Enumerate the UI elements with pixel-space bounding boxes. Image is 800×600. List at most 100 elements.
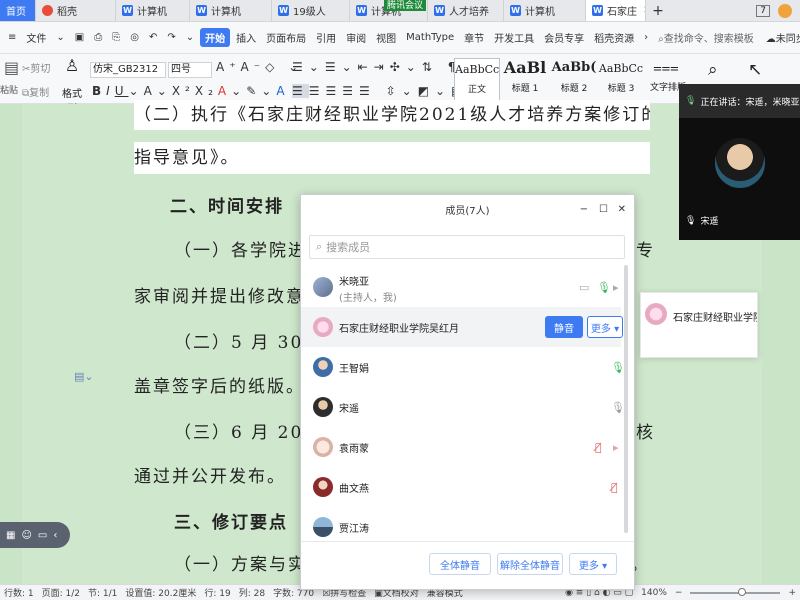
export-icon[interactable]: ⎙ — [90, 32, 106, 43]
find-icon[interactable]: ⌕ — [708, 60, 718, 80]
mic-on-icon[interactable]: 🎙 — [611, 361, 625, 374]
zoom-out-icon[interactable]: − — [675, 588, 683, 598]
chevron-down-icon[interactable]: ⌄ — [52, 32, 68, 43]
tab-doc-active[interactable]: W石家庄✕ — [586, 0, 646, 21]
status-page[interactable]: 页面: 1/2 — [42, 586, 80, 599]
style-normal[interactable]: AaBbCcDd 正文 — [454, 58, 500, 102]
word-doc-icon: W — [434, 5, 445, 16]
copy-button[interactable]: ⧉复制 — [22, 84, 49, 99]
save-icon[interactable]: ▣ — [71, 32, 88, 43]
window-counter-badge[interactable]: 7 — [756, 4, 770, 17]
italic-icon[interactable]: I — [106, 84, 115, 98]
zoom-slider[interactable] — [690, 587, 781, 596]
menu-view[interactable]: 视图 — [372, 30, 400, 45]
hamburger-menu-icon[interactable]: ≡ — [4, 32, 20, 43]
tab-home-label: 首页 — [6, 7, 26, 18]
menu-member[interactable]: 会员专享 — [540, 30, 588, 45]
mute-member-button[interactable]: 静音 — [545, 316, 583, 338]
tab-home[interactable]: 首页 — [0, 0, 36, 21]
align-left-icon[interactable]: ☰ — [292, 84, 309, 98]
member-row-hover[interactable]: 石家庄财经职业学院吴红月 静音 更多 ▾ — [301, 307, 623, 347]
tab-doc-6[interactable]: W 计算机 — [504, 0, 586, 21]
menu-chapter[interactable]: 章节 — [460, 30, 488, 45]
member-row[interactable]: 袁雨蒙 🎙̸ ▸ — [301, 427, 621, 467]
collapse-chevron-icon[interactable]: ‹ — [53, 530, 57, 541]
style-heading-3[interactable]: AaBbCc 标题 3 — [598, 58, 644, 102]
maximize-icon[interactable]: ☐ — [599, 204, 608, 215]
member-row[interactable]: 王智娟 🎙 — [301, 347, 625, 387]
member-row[interactable]: 宋遥 🎙 — [301, 387, 625, 427]
menu-daoke-resources[interactable]: 稻壳资源 — [590, 30, 638, 45]
menu-insert[interactable]: 插入 — [232, 30, 260, 45]
grid-icon[interactable]: ▦ — [6, 530, 15, 541]
zoom-level[interactable]: 140% — [641, 588, 667, 598]
tab-doc-2[interactable]: W 计算机 — [190, 0, 272, 21]
cut-button[interactable]: ✂剪切 — [22, 60, 50, 75]
mute-all-button[interactable]: 全体静音 — [429, 553, 491, 575]
menu-references[interactable]: 引用 — [312, 30, 340, 45]
font-style-tools[interactable]: BIU⌄A⌄X²X₂A⌄✎⌄A⌄ — [92, 84, 305, 98]
paragraph-marker-icon[interactable]: ▤⌄ — [74, 370, 94, 383]
mic-muted-icon[interactable]: 🎙̸ — [611, 481, 618, 494]
command-search[interactable]: ⌕查找命令、搜索模板 — [654, 30, 758, 45]
dialog-more-button[interactable]: 更多 ▾ — [569, 553, 617, 575]
emoji-icon[interactable]: ☺ — [21, 530, 31, 541]
tab-daoke[interactable]: 稻壳 — [36, 0, 116, 21]
tab-doc-4[interactable]: W 计算机 腾讯会议 — [350, 0, 428, 21]
menu-mathtype[interactable]: MathType — [402, 32, 458, 43]
tab-doc-1[interactable]: W 计算机 — [116, 0, 190, 21]
user-avatar[interactable] — [778, 3, 792, 18]
member-search-input[interactable]: ⌕ 搜索成员 — [309, 235, 625, 259]
member-more-button[interactable]: 更多 ▾ — [587, 316, 623, 338]
font-size-select[interactable]: 四号 — [168, 62, 212, 78]
style-heading-2[interactable]: AaBb(标题 2 — [550, 58, 598, 102]
menu-review[interactable]: 审阅 — [342, 30, 370, 45]
camera-off-icon[interactable]: ▸ — [613, 441, 619, 454]
mic-on-icon[interactable]: 🎙 — [597, 281, 611, 294]
mic-muted-icon[interactable]: 🎙̸ — [595, 441, 602, 454]
highlight-icon[interactable]: ✎ — [246, 84, 261, 98]
tab-doc-5[interactable]: W 人才培养 — [428, 0, 504, 21]
unmute-all-button[interactable]: 解除全体静音 — [497, 553, 563, 575]
strikethrough-icon[interactable]: A — [144, 84, 157, 98]
member-row[interactable]: 曲文燕 🎙̸ — [301, 467, 621, 507]
menu-home[interactable]: 开始 — [200, 28, 231, 47]
bold-icon[interactable]: B — [92, 84, 106, 98]
print-icon[interactable]: ⎘ — [108, 32, 124, 43]
avatar — [313, 477, 333, 497]
menu-developer[interactable]: 开发工具 — [490, 30, 538, 45]
sync-status[interactable]: ☁未同步 — [762, 30, 800, 45]
text-color-icon[interactable]: A — [276, 84, 289, 98]
zoom-in-icon[interactable]: + — [788, 588, 796, 598]
chat-icon[interactable]: ▭ — [38, 530, 47, 541]
member-row[interactable]: 米晓亚 (主持人，我) ▭ 🎙 ▸ — [301, 267, 621, 307]
menu-file[interactable]: 文件 — [22, 30, 50, 45]
style-gallery[interactable]: AaBbCcDd 正文 AaBl 标题 1 AaBb(标题 2 AaBbCc 标题 3 — [454, 58, 648, 102]
member-name: 王智娟 — [339, 364, 369, 375]
paragraph-tools-top[interactable]: ☰⌄☰⌄⇤⇥✣⌄⇅ ¶⌄ — [292, 60, 477, 74]
style-heading-1[interactable]: AaBl 标题 1 — [500, 58, 550, 102]
underline-icon[interactable]: U — [115, 84, 129, 98]
tab-label: 计算机 — [137, 7, 167, 18]
text-layout-button[interactable]: ⩶ 文字排版 — [650, 58, 686, 93]
meeting-floating-toolbar[interactable]: ▦ ☺ ▭ ‹ — [0, 522, 70, 548]
minimize-icon[interactable]: − — [580, 204, 588, 215]
select-cursor-icon[interactable]: ↖ — [748, 60, 762, 80]
menu-more-arrow-icon[interactable]: › — [640, 32, 652, 43]
mic-idle-icon[interactable]: 🎙 — [611, 401, 625, 414]
camera-icon[interactable]: ▸ — [613, 281, 619, 294]
zoom-slider-thumb[interactable] — [738, 587, 747, 596]
redo-icon[interactable]: ↷ — [163, 32, 179, 43]
preview-icon[interactable]: ◎ — [126, 32, 143, 43]
close-icon[interactable]: ✕ — [618, 204, 626, 215]
font-color-icon[interactable]: A — [218, 84, 231, 98]
new-tab-button[interactable]: + — [646, 0, 670, 21]
menu-page-layout[interactable]: 页面布局 — [262, 30, 310, 45]
member-list-scrollbar[interactable] — [624, 265, 628, 533]
undo-icon[interactable]: ↶ — [145, 32, 161, 43]
font-family-select[interactable]: 仿宋_GB2312 — [90, 62, 166, 78]
tab-doc-3[interactable]: W 19级人 — [272, 0, 350, 21]
customize-icon[interactable]: ⌄ — [182, 32, 198, 43]
font-size-tools[interactable]: A⁺A⁻◇ ⌄ — [216, 60, 303, 74]
status-setting: 设置值: 20.2厘米 — [125, 589, 197, 599]
